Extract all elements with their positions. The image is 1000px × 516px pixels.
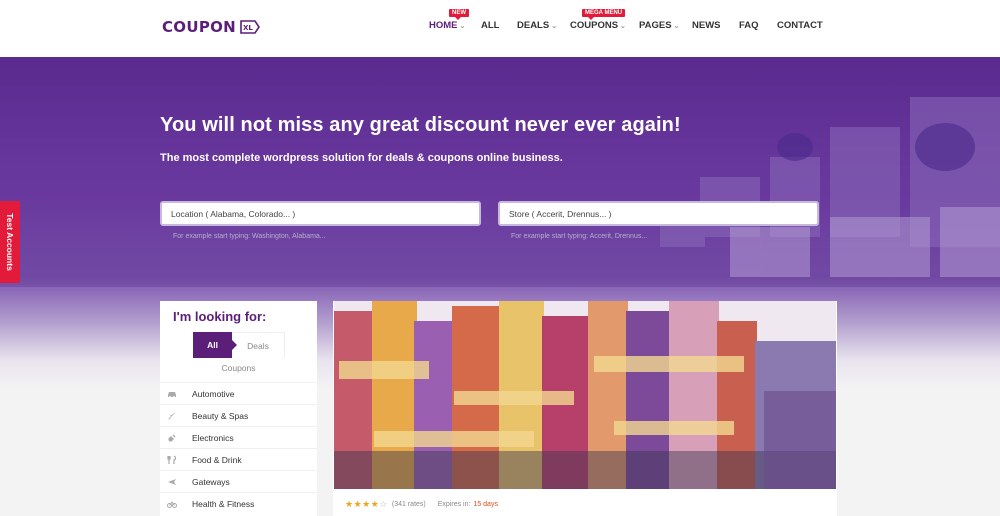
chevron-down-icon: ⌄ xyxy=(673,23,680,30)
filter-title: I'm looking for: xyxy=(173,309,267,324)
nav-home[interactable]: NEW HOME ⌄ xyxy=(429,9,469,31)
nav-badge-new: NEW xyxy=(449,9,469,20)
nav-deals[interactable]: DEALS ⌄ xyxy=(517,20,557,31)
bike-icon xyxy=(167,499,177,509)
test-accounts-label: Test Accounts xyxy=(5,213,15,271)
tab-coupons[interactable]: Coupons xyxy=(160,363,317,373)
star-icon: ★ xyxy=(345,499,354,509)
nav-all[interactable]: ALL xyxy=(481,20,499,31)
category-label: Gateways xyxy=(192,477,230,487)
category-label: Health & Fitness xyxy=(192,499,255,509)
cutlery-icon xyxy=(167,455,177,465)
nav-contact[interactable]: CONTACT xyxy=(777,20,823,31)
category-beauty-spas[interactable]: Beauty & Spas xyxy=(160,404,317,426)
nav-coupons-label: COUPONS xyxy=(570,20,619,31)
expires-label: Expires in: xyxy=(437,501,471,508)
location-search-input[interactable]: Location ( Alabama, Colorado... ) xyxy=(160,201,481,226)
nav-pages[interactable]: PAGES ⌄ xyxy=(639,20,679,31)
nav-contact-label: CONTACT xyxy=(777,20,823,31)
nav-news-label: NEWS xyxy=(692,20,721,31)
site-header: COUPON XL NEW HOME ⌄ ALL DEALS ⌄ MEGA MENU… xyxy=(0,0,1000,57)
deal-card[interactable]: ★★★★☆ (341 rates) Expires in: 15 days xyxy=(333,301,837,516)
rating-stars: ★★★★☆ xyxy=(345,499,388,510)
hero-title: You will not miss any great discount nev… xyxy=(160,114,681,136)
store-hint: For example start typing: Accerit, Drenn… xyxy=(511,233,648,240)
nav-pages-label: PAGES xyxy=(639,20,672,31)
hero-background-town xyxy=(660,97,1000,277)
star-icon: ★ xyxy=(353,499,363,509)
nav-badge-mega-menu: MEGA MENU xyxy=(582,9,626,20)
nav-news[interactable]: NEWS xyxy=(692,20,721,31)
star-outline-icon: ☆ xyxy=(379,499,388,509)
category-label: Beauty & Spas xyxy=(192,411,249,421)
expires-value: 15 days xyxy=(473,501,498,508)
star-icon: ★ xyxy=(362,499,371,509)
main-nav: NEW HOME ⌄ ALL DEALS ⌄ MEGA MENU COUPONS ⌄ … xyxy=(0,9,1000,36)
deal-meta: ★★★★☆ (341 rates) Expires in: 15 days xyxy=(345,499,498,510)
category-food-drink[interactable]: Food & Drink xyxy=(160,448,317,470)
rating-count: (341 rates) xyxy=(391,501,426,508)
category-automotive[interactable]: Automotive xyxy=(160,382,317,404)
tab-all[interactable]: All xyxy=(193,332,232,358)
location-hint: For example start typing: Washington, Al… xyxy=(173,233,326,240)
filter-panel: I'm looking for: All Deals Coupons Autom… xyxy=(160,301,317,516)
nav-deals-label: DEALS xyxy=(517,20,550,31)
category-label: Automotive xyxy=(192,389,235,399)
filter-tabs: All Deals xyxy=(193,332,285,358)
plug-icon xyxy=(167,433,177,443)
tab-deals[interactable]: Deals xyxy=(232,332,285,358)
nav-coupons[interactable]: MEGA MENU COUPONS ⌄ xyxy=(570,9,626,31)
category-health-fitness[interactable]: Health & Fitness xyxy=(160,492,317,514)
deal-image[interactable] xyxy=(334,301,836,489)
brush-icon xyxy=(167,411,177,421)
chevron-down-icon: ⌄ xyxy=(459,23,466,30)
category-label: Food & Drink xyxy=(192,455,242,465)
store-search-input[interactable]: Store ( Accerit, Drennus... ) xyxy=(498,201,819,226)
nav-faq[interactable]: FAQ xyxy=(739,20,759,31)
nav-all-label: ALL xyxy=(481,20,500,31)
chevron-down-icon: ⌄ xyxy=(620,23,626,30)
plane-icon xyxy=(167,477,177,487)
chevron-down-icon: ⌄ xyxy=(551,23,558,30)
nav-home-label: HOME xyxy=(429,20,458,31)
car-icon xyxy=(167,389,177,399)
hero-subtitle: The most complete wordpress solution for… xyxy=(160,152,563,164)
nav-faq-label: FAQ xyxy=(739,20,759,31)
test-accounts-tab[interactable]: Test Accounts xyxy=(0,201,20,283)
category-label: Electronics xyxy=(192,433,234,443)
category-gateways[interactable]: Gateways xyxy=(160,470,317,492)
category-electronics[interactable]: Electronics xyxy=(160,426,317,448)
